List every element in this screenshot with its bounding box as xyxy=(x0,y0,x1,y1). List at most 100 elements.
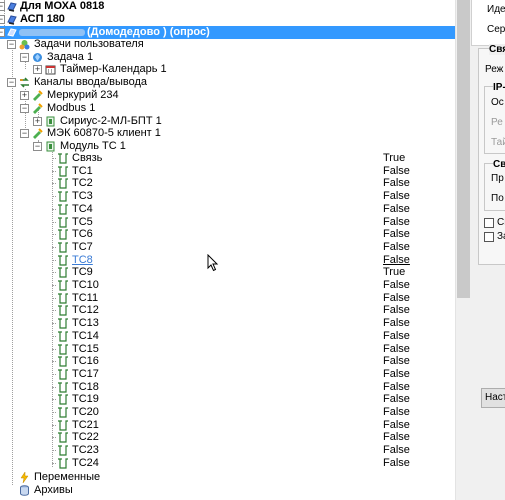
signal-row[interactable]: ТС4 False xyxy=(0,203,455,216)
signal-row[interactable]: ТС18 False xyxy=(0,381,455,394)
signal-row[interactable]: ТС1 False xyxy=(0,165,455,178)
signal-row[interactable]: ТС2 False xyxy=(0,177,455,190)
signal-row[interactable]: ТС6 False xyxy=(0,228,455,241)
collapse-icon[interactable]: − xyxy=(20,53,29,62)
collapse-icon[interactable]: − xyxy=(7,78,16,87)
checkbox-2[interactable] xyxy=(484,232,494,242)
tasks-icon xyxy=(19,40,30,50)
signal-row[interactable]: ТС21 False xyxy=(0,419,455,432)
tree-node-label: Задачи пользователя xyxy=(34,38,144,50)
tree-connector xyxy=(52,310,56,312)
signal-row[interactable]: ТС16 False xyxy=(0,355,455,368)
collapse-icon[interactable]: − xyxy=(0,15,5,24)
settings-button[interactable]: Наст xyxy=(481,388,505,408)
signal-value: False xyxy=(383,215,410,228)
signal-row[interactable]: Связь True xyxy=(0,152,455,165)
tree-node-io-channels[interactable]: − Каналы ввода/вывода xyxy=(0,76,455,89)
tree-node-archives[interactable]: Архивы xyxy=(0,484,455,497)
checkbox-1[interactable] xyxy=(484,218,494,228)
tree-node-label: Меркурий 234 xyxy=(47,89,119,101)
signal-value: False xyxy=(383,240,410,253)
io-channels-icon xyxy=(20,77,29,88)
tree-connector xyxy=(52,196,56,198)
tree-connector xyxy=(52,399,56,401)
tree-node-iec[interactable]: − МЭК 60870-5 клиент 1 xyxy=(0,127,455,140)
signal-icon xyxy=(58,216,68,228)
signal-icon xyxy=(58,280,68,291)
signal-name: ТС21 xyxy=(72,418,99,431)
tree-node-user-tasks[interactable]: − Задачи пользователя xyxy=(0,38,455,51)
signal-row[interactable]: ТС8 False xyxy=(0,254,455,267)
signal-name: ТС9 xyxy=(72,266,93,279)
signal-row[interactable]: ТС12 False xyxy=(0,304,455,317)
tree-connector xyxy=(52,297,56,299)
signal-row[interactable]: ТС3 False xyxy=(0,190,455,203)
collapse-icon[interactable]: − xyxy=(0,28,5,37)
device-icon xyxy=(7,2,17,12)
signal-name: ТС19 xyxy=(72,393,99,406)
collapse-icon[interactable]: − xyxy=(20,104,29,113)
signal-row[interactable]: ТС15 False xyxy=(0,343,455,356)
signal-row[interactable]: ТС24 False xyxy=(0,457,455,470)
signal-row[interactable]: ТС11 False xyxy=(0,292,455,305)
signal-icon xyxy=(58,166,68,177)
checkbox-1-label: Сп xyxy=(497,217,505,228)
tree-connector xyxy=(52,221,56,223)
tree-node-variables[interactable]: Переменные xyxy=(0,471,455,484)
tree-node-moxa[interactable]: − Для МОХА 0818 xyxy=(0,0,455,13)
signal-row[interactable]: ТС14 False xyxy=(0,330,455,343)
tree-connector xyxy=(52,183,56,185)
signal-row[interactable]: ТС19 False xyxy=(0,393,455,406)
scrollbar-thumb[interactable] xyxy=(457,0,470,298)
tree-node-mercury[interactable]: + Меркурий 234 xyxy=(0,89,455,102)
collapse-icon[interactable]: − xyxy=(33,142,42,151)
signal-row[interactable]: ТС5 False xyxy=(0,216,455,229)
ip-main-label: Ос xyxy=(491,97,504,108)
signal-row[interactable]: ТС20 False xyxy=(0,406,455,419)
tree-node-timer[interactable]: + Таймер-Календарь 1 xyxy=(0,63,455,76)
collapse-icon[interactable]: − xyxy=(0,2,5,11)
signal-value: False xyxy=(383,342,410,355)
signal-value: False xyxy=(383,406,410,418)
tree-connector xyxy=(52,170,56,172)
tree-connector xyxy=(52,259,56,261)
expand-icon[interactable]: + xyxy=(33,65,42,74)
signal-value: False xyxy=(383,329,410,342)
signal-name: ТС7 xyxy=(72,240,93,253)
ip-group-title: IP- xyxy=(493,82,505,93)
signal-icon xyxy=(58,191,68,202)
database-icon xyxy=(20,485,29,496)
redacted-name xyxy=(19,29,85,36)
signal-name: ТС8 xyxy=(72,253,93,266)
signal-row[interactable]: ТС23 False xyxy=(0,444,455,457)
settings-button-label: Наст xyxy=(485,392,505,403)
signal-row[interactable]: ТС13 False xyxy=(0,317,455,330)
signal-value: False xyxy=(383,431,410,444)
tree-node-modbus[interactable]: − Modbus 1 xyxy=(0,102,455,115)
signal-icon xyxy=(58,369,68,380)
signal-icon xyxy=(58,432,68,443)
properties-panel: Иде Сер Свя Реж IP- Ос Ре Тай Св Пр По С… xyxy=(471,0,505,500)
collapse-icon[interactable]: − xyxy=(7,40,16,49)
vertical-scrollbar[interactable] xyxy=(455,0,472,500)
signal-row[interactable]: ТС17 False xyxy=(0,368,455,381)
signal-value: False xyxy=(383,202,410,215)
collapse-icon[interactable]: − xyxy=(20,129,29,138)
signal-value: False xyxy=(383,177,410,190)
signal-row[interactable]: ТС10 False xyxy=(0,279,455,292)
tree-node-asp[interactable]: − АСП 180 xyxy=(0,13,455,26)
signal-name: ТС23 xyxy=(72,444,99,457)
signal-name: ТС12 xyxy=(72,304,99,317)
signal-row[interactable]: ТС22 False xyxy=(0,431,455,444)
signal-row[interactable]: ТС9 True xyxy=(0,266,455,279)
signal-name: ТС2 xyxy=(72,177,93,190)
tree-connector xyxy=(52,373,56,375)
device-tree[interactable]: − Для МОХА 0818 − АСП 180 − (Домодедово … xyxy=(0,0,455,500)
signal-value: True xyxy=(383,152,406,164)
tree-connector xyxy=(52,424,56,426)
expand-icon[interactable]: + xyxy=(20,91,29,100)
signal-row[interactable]: ТС7 False xyxy=(0,241,455,254)
tree-connector xyxy=(52,272,56,274)
tree-connector xyxy=(52,246,56,248)
expand-icon[interactable]: + xyxy=(33,117,42,126)
